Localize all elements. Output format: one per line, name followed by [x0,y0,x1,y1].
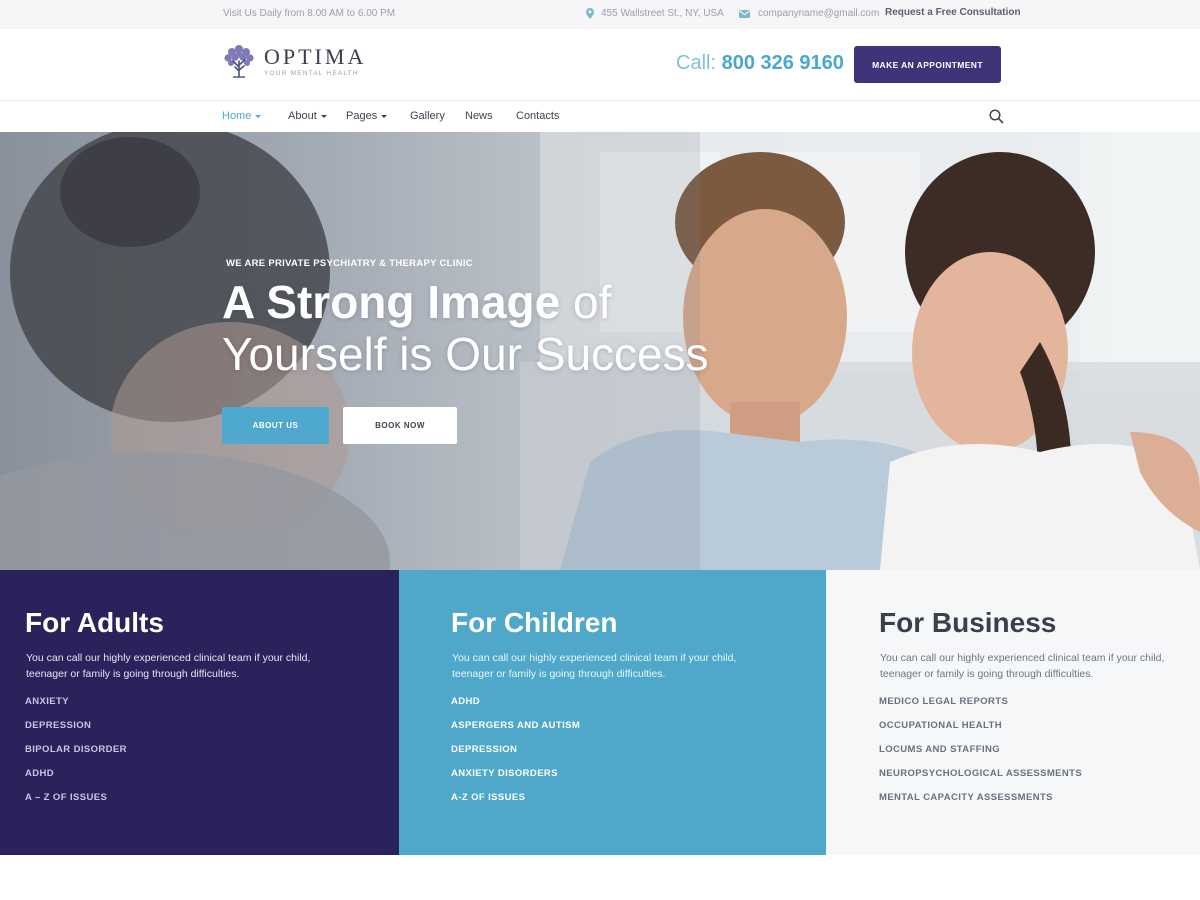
caret-down-icon [381,114,388,118]
caret-down-icon [320,114,327,118]
nav-item-contacts[interactable]: Contacts [516,110,559,122]
panel-description: You can call our highly experienced clin… [26,650,316,682]
nav-item-gallery[interactable]: Gallery [410,110,445,122]
call-label: Call: [676,52,717,74]
free-consultation-link[interactable]: Request a Free Consultation [885,7,1021,18]
panel-description-line2: teenager or family is going through diff… [452,668,666,680]
address-info: 455 Wallstreet St., NY, USA [586,8,724,19]
nav-item-label: Gallery [410,110,445,122]
panel-description-line1: You can call our highly experienced clin… [452,652,737,664]
service-link-occupational-health[interactable]: OCCUPATIONAL HEALTH [879,720,1082,744]
panel-description: You can call our highly experienced clin… [880,650,1170,682]
logo-name: OPTIMA [264,44,367,69]
service-link-adhd[interactable]: ADHD [25,768,127,792]
nav-item-pages[interactable]: Pages [346,110,388,122]
service-link-aspergers-autism[interactable]: ASPERGERS AND AUTISM [451,720,580,744]
tree-icon [224,45,254,78]
email-info[interactable]: companyname@gmail.com [739,8,879,19]
about-us-button[interactable]: ABOUT US [222,407,329,444]
envelope-icon [739,9,750,18]
service-link-anxiety-disorders[interactable]: ANXIETY DISORDERS [451,768,580,792]
service-link-mental-capacity-assessments[interactable]: MENTAL CAPACITY ASSESSMENTS [879,792,1082,816]
service-link-locums-staffing[interactable]: LOCUMS AND STAFFING [879,744,1082,768]
search-icon[interactable] [989,109,1004,124]
main-nav: Home About Pages Gallery News Contacts [0,101,1200,132]
phone-number[interactable]: 800 326 9160 [722,52,844,74]
map-pin-icon [586,8,594,19]
service-link-adhd[interactable]: ADHD [451,696,580,720]
panel-description: You can call our highly experienced clin… [452,650,742,682]
panel-description-line2: teenager or family is going through diff… [26,668,240,680]
panel-children: For Children You can call our highly exp… [399,570,826,855]
panel-adults: For Adults You can call our highly exper… [0,570,399,855]
service-link-a-z-issues[interactable]: A-Z OF ISSUES [451,792,580,816]
site-header: OPTIMA YOUR MENTAL HEALTH Call: 800 326 … [0,29,1200,101]
hero-title-line2: Yourself is Our Success [222,328,709,380]
logo[interactable]: OPTIMA YOUR MENTAL HEALTH [222,43,366,79]
nav-item-news[interactable]: News [465,110,493,122]
book-now-button[interactable]: BOOK NOW [343,407,457,444]
nav-item-label: About [288,110,317,122]
opening-hours: Visit Us Daily from 8.00 AM to 6.00 PM [223,8,396,19]
nav-item-label: Contacts [516,110,560,122]
address-text: 455 Wallstreet St., NY, USA [601,8,724,19]
phone-call[interactable]: Call: 800 326 9160 [676,52,844,75]
panel-links: MEDICO LEGAL REPORTS OCCUPATIONAL HEALTH… [879,696,1082,816]
hero-title-of: of [560,276,612,328]
panel-description-line1: You can call our highly experienced clin… [26,652,311,664]
caret-down-icon [255,114,262,118]
hero-banner: WE ARE PRIVATE PSYCHIATRY & THERAPY CLIN… [0,132,1200,570]
panel-title: For Children [451,607,618,638]
panel-links: ANXIETY DEPRESSION BIPOLAR DISORDER ADHD… [25,696,127,816]
nav-item-label: Pages [346,110,378,122]
panel-title: For Business [879,607,1057,638]
service-link-neuropsychological-assessments[interactable]: NEUROPSYCHOLOGICAL ASSESSMENTS [879,768,1082,792]
make-appointment-button[interactable]: MAKE AN APPOINTMENT [854,46,1001,83]
service-link-medico-legal-reports[interactable]: MEDICO LEGAL REPORTS [879,696,1082,720]
panel-links: ADHD ASPERGERS AND AUTISM DEPRESSION ANX… [451,696,580,816]
logo-tagline: YOUR MENTAL HEALTH [264,70,359,77]
panel-description-line2: teenager or family is going through diff… [880,668,1094,680]
nav-item-label: News [465,110,493,122]
hero-title: A Strong Image of Yourself is Our Succes… [222,276,709,380]
service-link-depression[interactable]: DEPRESSION [25,720,127,744]
nav-item-label: Home [222,110,252,122]
service-link-bipolar-disorder[interactable]: BIPOLAR DISORDER [25,744,127,768]
service-link-depression[interactable]: DEPRESSION [451,744,580,768]
service-link-a-z-issues[interactable]: A – Z OF ISSUES [25,792,127,816]
email-text[interactable]: companyname@gmail.com [758,8,879,19]
panel-title: For Adults [25,607,164,638]
panel-description-line1: You can call our highly experienced clin… [880,652,1165,664]
nav-item-about[interactable]: About [288,110,327,122]
panel-business: For Business You can call our highly exp… [826,570,1200,855]
service-link-anxiety[interactable]: ANXIETY [25,696,127,720]
hero-title-strong: A Strong Image [222,276,561,328]
nav-item-home[interactable]: Home [222,110,262,122]
hero-kicker: WE ARE PRIVATE PSYCHIATRY & THERAPY CLIN… [226,258,473,269]
top-info-bar: Visit Us Daily from 8.00 AM to 6.00 PM 4… [0,0,1200,29]
